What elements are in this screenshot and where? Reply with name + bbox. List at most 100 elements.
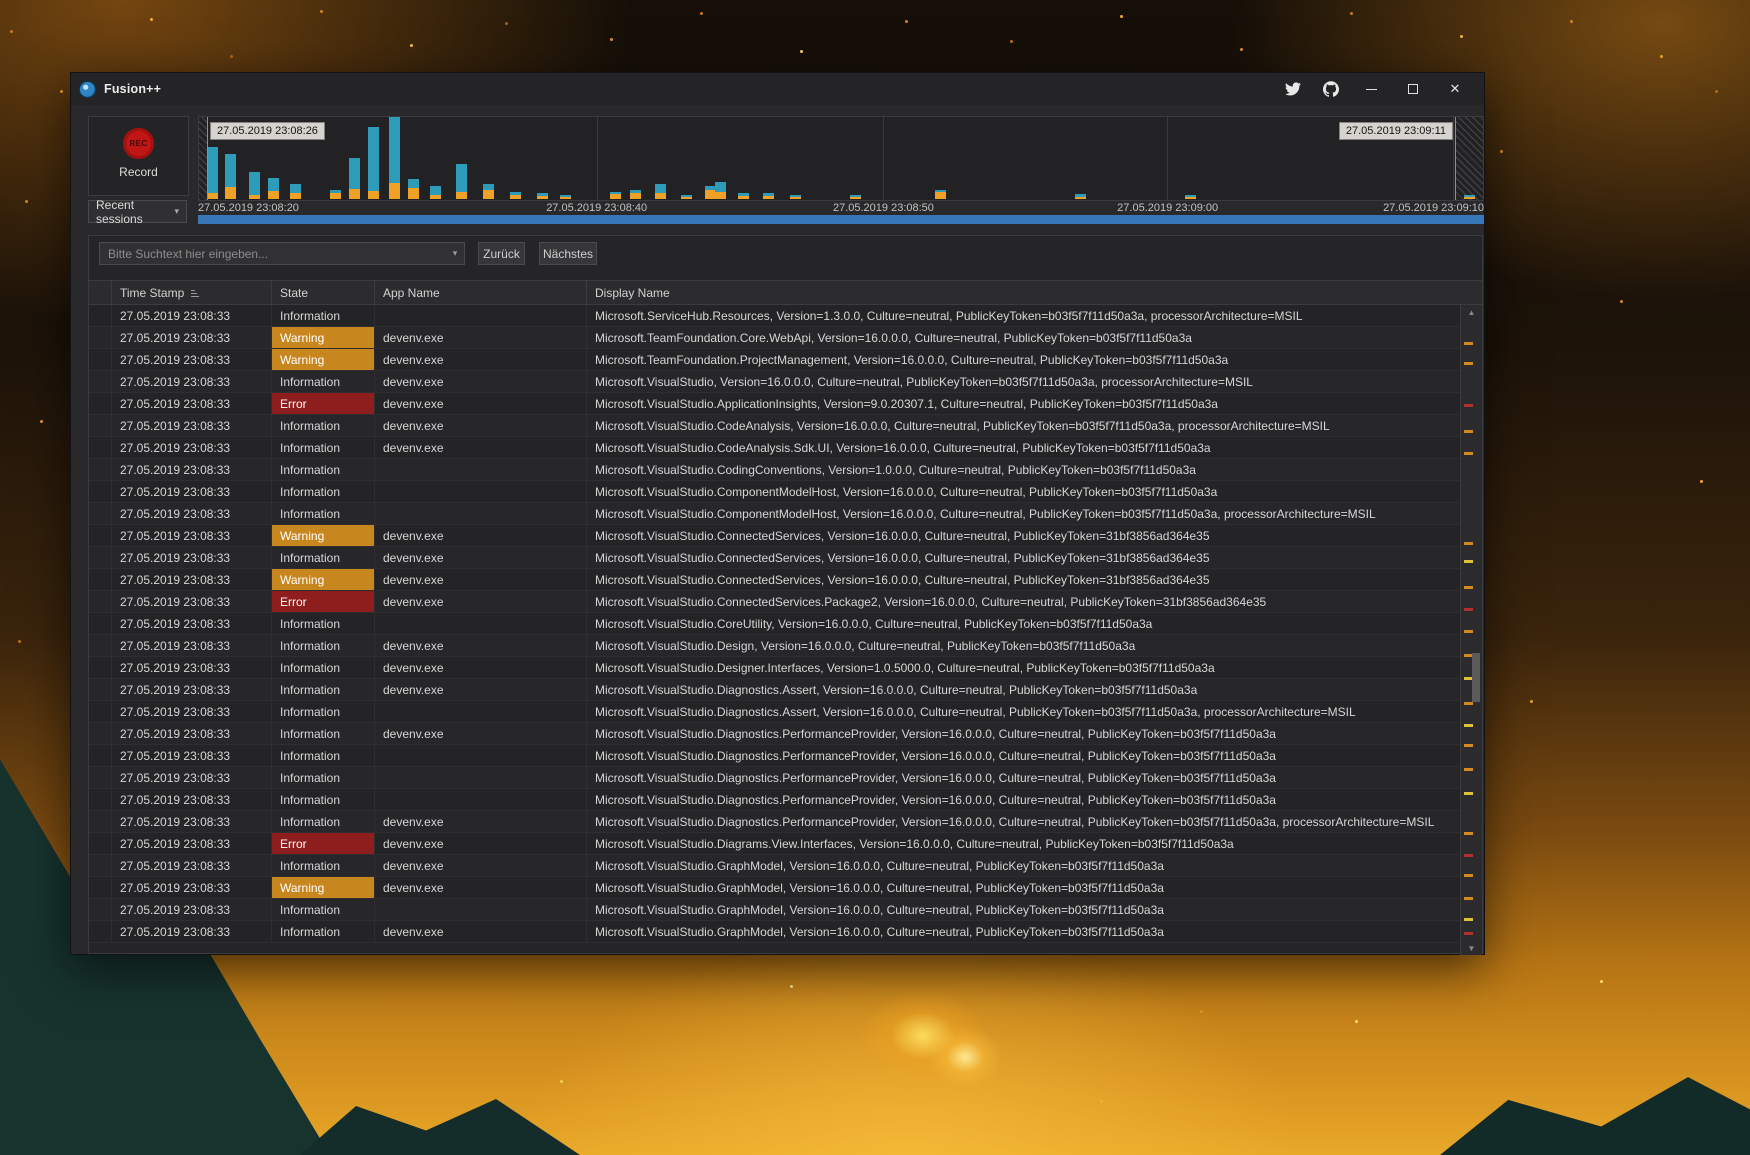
- close-button[interactable]: ✕: [1434, 73, 1476, 105]
- table-row[interactable]: 27.05.2019 23:08:33 Information Microsoft.…: [89, 701, 1460, 723]
- table-row[interactable]: 27.05.2019 23:08:33 Information Microsoft.…: [89, 305, 1460, 327]
- github-button[interactable]: [1312, 73, 1350, 105]
- header-appname[interactable]: App Name: [375, 281, 587, 304]
- scrollbar-annotation-mark[interactable]: [1464, 342, 1473, 345]
- timeline-scrollbar[interactable]: [198, 215, 1484, 224]
- scrollbar-annotation-mark[interactable]: [1464, 702, 1473, 706]
- header-displayname[interactable]: Display Name: [587, 281, 1482, 304]
- table-row[interactable]: 27.05.2019 23:08:33 Warning devenv.exe Micr…: [89, 349, 1460, 371]
- table-row[interactable]: 27.05.2019 23:08:33 Error devenv.exe Micros…: [89, 393, 1460, 415]
- minimize-button[interactable]: [1350, 73, 1392, 105]
- table-row[interactable]: 27.05.2019 23:08:33 Warning devenv.exe Micr…: [89, 525, 1460, 547]
- histogram-bar: [789, 195, 801, 199]
- record-button[interactable]: REC Record: [88, 116, 189, 196]
- row-indicator: [89, 415, 112, 436]
- table-row[interactable]: 27.05.2019 23:08:33 Information devenv.exe…: [89, 679, 1460, 701]
- table-row[interactable]: 27.05.2019 23:08:33 Information Microsoft.…: [89, 481, 1460, 503]
- scrollbar-annotation-mark[interactable]: [1464, 723, 1473, 727]
- row-indicator: [89, 877, 112, 898]
- table-row[interactable]: 27.05.2019 23:08:33 Information devenv.exe…: [89, 635, 1460, 657]
- cell-timestamp: 27.05.2019 23:08:33: [112, 393, 272, 414]
- table-row[interactable]: 27.05.2019 23:08:33 Error devenv.exe Micros…: [89, 833, 1460, 855]
- scrollbar-annotation-mark[interactable]: [1464, 873, 1473, 877]
- timeline-chart[interactable]: 27.05.2019 23:08:26 27.05.2019 23:09:11: [198, 116, 1484, 201]
- table-row[interactable]: 27.05.2019 23:08:33 Information Microsoft.…: [89, 745, 1460, 767]
- cell-displayname: Microsoft.TeamFoundation.Core.WebApi, Ve…: [595, 330, 1192, 345]
- scrollbar-annotation-mark[interactable]: [1464, 832, 1473, 836]
- row-indicator: [89, 525, 112, 546]
- table-row[interactable]: 27.05.2019 23:08:33 Information devenv.exe…: [89, 371, 1460, 393]
- table-row[interactable]: 27.05.2019 23:08:33 Information devenv.exe…: [89, 723, 1460, 745]
- table-row[interactable]: 27.05.2019 23:08:33 Information Microsoft.…: [89, 503, 1460, 525]
- table-row[interactable]: 27.05.2019 23:08:33 Information Microsoft.…: [89, 899, 1460, 921]
- table-row[interactable]: 27.05.2019 23:08:33 Warning devenv.exe Micr…: [89, 877, 1460, 899]
- cell-timestamp: 27.05.2019 23:08:33: [112, 921, 272, 942]
- scroll-up-icon[interactable]: ▲: [1461, 305, 1482, 319]
- table-row[interactable]: 27.05.2019 23:08:33 Information devenv.exe…: [89, 415, 1460, 437]
- scrollbar-annotation-mark[interactable]: [1464, 452, 1473, 456]
- scroll-down-icon[interactable]: ▼: [1461, 941, 1482, 955]
- histogram-bar: [559, 195, 571, 199]
- scrollbar-annotation-mark[interactable]: [1464, 630, 1473, 633]
- scrollbar-annotation-mark[interactable]: [1464, 542, 1473, 546]
- scrollbar-annotation-mark[interactable]: [1464, 585, 1473, 589]
- scrollbar-annotation-mark[interactable]: [1464, 768, 1473, 772]
- cell-displayname: Microsoft.VisualStudio.Diagrams.View.Int…: [595, 836, 1234, 851]
- histogram-bar-warning-segment: [206, 193, 218, 199]
- recent-sessions-dropdown[interactable]: Recent sessions ▾: [88, 198, 187, 226]
- header-state[interactable]: State: [272, 281, 375, 304]
- scrollbar-annotation-mark[interactable]: [1464, 361, 1473, 365]
- next-button[interactable]: Nächstes: [539, 242, 597, 265]
- cell-appname: devenv.exe: [375, 591, 587, 612]
- cell-timestamp: 27.05.2019 23:08:33: [112, 349, 272, 370]
- cell-state: Information: [272, 811, 375, 832]
- scrollbar-annotation-mark[interactable]: [1464, 404, 1473, 408]
- table-row[interactable]: 27.05.2019 23:08:33 Information devenv.exe…: [89, 811, 1460, 833]
- row-indicator: [89, 745, 112, 766]
- header-timestamp[interactable]: Time Stamp: [112, 281, 272, 304]
- scroll-marks[interactable]: [1461, 319, 1482, 941]
- timeline-gridline: [597, 117, 599, 200]
- scrollbar-annotation-mark[interactable]: [1464, 931, 1473, 935]
- row-indicator: [89, 855, 112, 876]
- table-row[interactable]: 27.05.2019 23:08:33 Information devenv.exe…: [89, 855, 1460, 877]
- timeline-gridline: [1167, 117, 1169, 200]
- cell-displayname: Microsoft.VisualStudio.Diagnostics.Perfo…: [595, 814, 1435, 829]
- table-row[interactable]: 27.05.2019 23:08:33 Warning devenv.exe Micr…: [89, 569, 1460, 591]
- histogram-bar-warning-segment: [536, 196, 548, 199]
- title-bar[interactable]: Fusion++ ✕: [71, 73, 1484, 105]
- scrollbar-annotation-mark[interactable]: [1464, 791, 1473, 795]
- table-row[interactable]: 27.05.2019 23:08:33 Information devenv.exe…: [89, 921, 1460, 943]
- cell-timestamp: 27.05.2019 23:08:33: [112, 789, 272, 810]
- cell-displayname: Microsoft.VisualStudio.ComponentModelHos…: [595, 506, 1376, 521]
- scrollbar-annotation-mark[interactable]: [1464, 896, 1473, 900]
- table-row[interactable]: 27.05.2019 23:08:33 Information devenv.exe…: [89, 547, 1460, 569]
- twitter-button[interactable]: [1274, 73, 1312, 105]
- cell-state: Information: [272, 613, 375, 634]
- timeline-range-hatch-right[interactable]: [1455, 117, 1483, 200]
- search-combo[interactable]: ▾: [99, 242, 465, 265]
- maximize-button[interactable]: [1392, 73, 1434, 105]
- histogram-bar-warning-segment: [389, 183, 401, 199]
- table-row[interactable]: 27.05.2019 23:08:33 Information Microsoft.…: [89, 789, 1460, 811]
- search-input[interactable]: [100, 246, 446, 261]
- scrollbar-annotation-mark[interactable]: [1464, 743, 1473, 747]
- scrollbar-thumb[interactable]: [1472, 652, 1480, 703]
- scrollbar-annotation-mark[interactable]: [1464, 559, 1473, 563]
- table-row[interactable]: 27.05.2019 23:08:33 Information devenv.exe…: [89, 657, 1460, 679]
- scrollbar-annotation-mark[interactable]: [1464, 608, 1473, 612]
- table-row[interactable]: 27.05.2019 23:08:33 Information Microsoft.…: [89, 613, 1460, 635]
- table-row[interactable]: 27.05.2019 23:08:33 Information Microsoft.…: [89, 767, 1460, 789]
- table-row[interactable]: 27.05.2019 23:08:33 Information Microsoft.…: [89, 459, 1460, 481]
- scrollbar-annotation-mark[interactable]: [1464, 917, 1473, 921]
- histogram-bar: [349, 158, 361, 199]
- scrollbar-annotation-mark[interactable]: [1464, 429, 1473, 433]
- scrollbar-annotation-mark[interactable]: [1464, 853, 1473, 857]
- histogram-bar: [715, 182, 727, 199]
- table-row[interactable]: 27.05.2019 23:08:33 Information devenv.exe…: [89, 437, 1460, 459]
- back-button[interactable]: Zurück: [478, 242, 525, 265]
- vertical-scrollbar[interactable]: ▲ ▼: [1460, 305, 1482, 955]
- table-row[interactable]: 27.05.2019 23:08:33 Error devenv.exe Micros…: [89, 591, 1460, 613]
- timeline-range-hatch-left[interactable]: [199, 117, 208, 200]
- table-row[interactable]: 27.05.2019 23:08:33 Warning devenv.exe Micr…: [89, 327, 1460, 349]
